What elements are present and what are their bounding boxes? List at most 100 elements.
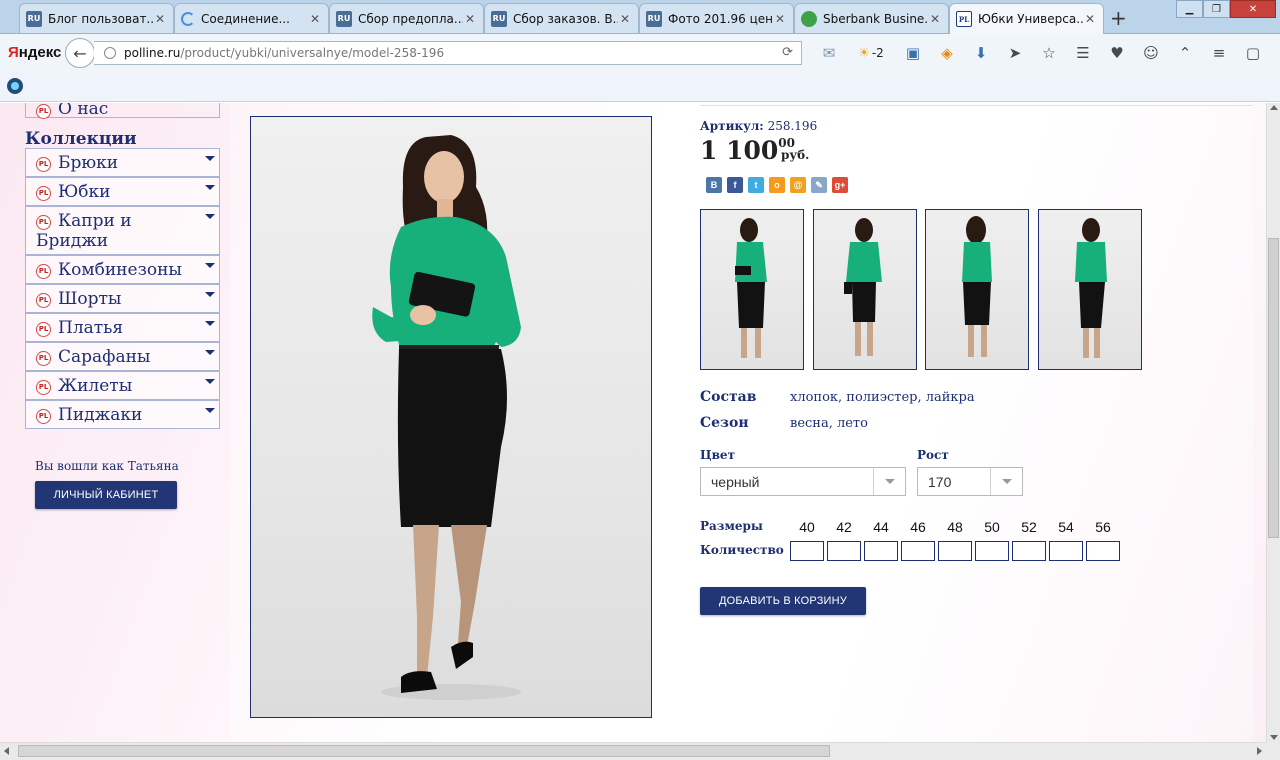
close-icon[interactable]: ✕ [1083, 12, 1097, 26]
product-thumbnail-front[interactable] [700, 209, 804, 370]
scroll-down-icon[interactable] [1270, 735, 1278, 740]
extension-icon[interactable]: ▢ [1236, 43, 1270, 63]
url-host: polline.ru [124, 46, 181, 60]
reload-icon[interactable]: ⟳ [782, 45, 793, 60]
polline-bullet-icon: PL [36, 186, 51, 201]
chevron-down-icon[interactable] [205, 350, 215, 355]
dropdown-arrow-icon[interactable] [873, 468, 905, 495]
sidebar-item-jackets[interactable]: PL Пиджаки [25, 400, 220, 429]
chat-icon[interactable]: ☺ [1134, 43, 1168, 63]
tab-photo[interactable]: RU Фото 201.96 цен... ✕ [639, 3, 794, 33]
close-icon[interactable]: ✕ [308, 12, 322, 26]
chevron-down-icon[interactable] [205, 321, 215, 326]
quantity-input-42[interactable] [827, 541, 861, 561]
tab-blog[interactable]: RU Блог пользоват... ✕ [19, 3, 174, 33]
quantity-input-52[interactable] [1012, 541, 1046, 561]
send-icon[interactable]: ➤ [998, 43, 1032, 63]
model-thumb-figure [735, 218, 767, 358]
sidebar-item-sundresses[interactable]: PL Сарафаны [25, 342, 220, 371]
personal-cabinet-button[interactable]: ЛИЧНЫЙ КАБИНЕТ [35, 481, 177, 509]
odnoklassniki-icon[interactable]: о [769, 177, 785, 193]
quantity-input-40[interactable] [790, 541, 824, 561]
tab-connecting[interactable]: Соединение... ✕ [174, 3, 329, 33]
scroll-right-icon[interactable] [1257, 747, 1262, 755]
menu-icon[interactable]: ≡ [1202, 43, 1236, 63]
twitter-icon[interactable]: t [748, 177, 764, 193]
close-icon[interactable]: ✕ [773, 12, 787, 26]
chevron-down-icon[interactable] [205, 214, 215, 219]
vertical-scrollbar[interactable] [1266, 103, 1280, 742]
horizontal-scrollbar[interactable] [0, 742, 1266, 760]
tab-sberbank[interactable]: Sberbank Busine... ✕ [794, 3, 949, 33]
window-close-icon[interactable]: ✕ [1230, 0, 1276, 18]
product-thumbnail-back[interactable] [925, 209, 1029, 370]
product-main-photo[interactable] [250, 116, 652, 718]
chevron-down-icon[interactable] [205, 292, 215, 297]
new-tab-button[interactable]: + [1110, 6, 1127, 30]
sidebar-item-vests[interactable]: PL Жилеты [25, 371, 220, 400]
address-bar[interactable]: polline.ru/product/yubki/universalnye/mo… [94, 41, 802, 65]
pocket-icon[interactable]: ♥ [1100, 43, 1134, 63]
quantity-input-48[interactable] [938, 541, 972, 561]
facebook-icon[interactable]: f [727, 177, 743, 193]
bookmark-star-icon[interactable]: ☆ [1032, 43, 1066, 63]
size-header: 54 [1058, 519, 1074, 535]
sidebar-item-capri[interactable]: PL Капри и Бриджи [25, 206, 220, 255]
yandex-logo[interactable]: Яндекс [8, 44, 61, 61]
quantity-input-46[interactable] [901, 541, 935, 561]
product-thumbnail-side[interactable] [1038, 209, 1142, 370]
close-icon[interactable]: ✕ [463, 12, 477, 26]
chevron-down-icon[interactable] [205, 185, 215, 190]
sidebar-item-about[interactable]: PL О нас [25, 103, 220, 119]
scrollbar-thumb[interactable] [1268, 238, 1279, 538]
dropdown-arrow-icon[interactable] [990, 468, 1022, 495]
color-select[interactable]: черный [700, 467, 906, 496]
chevron-up-icon[interactable]: ⌃ [1168, 43, 1202, 63]
quantity-input-56[interactable] [1086, 541, 1120, 561]
sidebar-item-jumpsuits[interactable]: PL Комбинезоны [25, 255, 220, 284]
disk-icon[interactable]: ▣ [896, 43, 930, 63]
size-header: 44 [873, 519, 889, 535]
close-icon[interactable]: ✕ [928, 12, 942, 26]
sidebar-item-shorts[interactable]: PL Шорты [25, 284, 220, 313]
tab-prepay[interactable]: RU Сбор предопла... ✕ [329, 3, 484, 33]
tab-label: Юбки Универса... [978, 12, 1083, 26]
chevron-down-icon[interactable] [205, 379, 215, 384]
quantity-input-54[interactable] [1049, 541, 1083, 561]
vkontakte-icon[interactable]: B [706, 177, 722, 193]
quantity-input-50[interactable] [975, 541, 1009, 561]
maximize-icon[interactable]: ❐ [1203, 0, 1230, 18]
scroll-left-icon[interactable] [4, 747, 9, 755]
back-button[interactable]: ← [65, 38, 95, 68]
polline-bullet-icon: PL [36, 322, 51, 337]
download-icon[interactable]: ⬇ [964, 43, 998, 63]
googleplus-icon[interactable]: g+ [832, 177, 848, 193]
tab-orders[interactable]: RU Сбор заказов. В... ✕ [484, 3, 639, 33]
close-icon[interactable]: ✕ [153, 12, 167, 26]
weather-icon[interactable]: ☀ -2 [846, 43, 896, 63]
sidebar-item-skirts[interactable]: PL Юбки [25, 177, 220, 206]
chevron-down-icon[interactable] [205, 263, 215, 268]
scrollbar-thumb[interactable] [18, 745, 830, 757]
color-label: Цвет [700, 448, 736, 462]
close-icon[interactable]: ✕ [618, 12, 632, 26]
model-thumb-figure [962, 216, 992, 357]
reading-list-icon[interactable]: ☰ [1066, 43, 1100, 63]
quantity-input-44[interactable] [864, 541, 898, 561]
chevron-down-icon[interactable] [205, 408, 215, 413]
livejournal-icon[interactable]: ✎ [811, 177, 827, 193]
scroll-up-icon[interactable] [1270, 105, 1278, 110]
minimize-icon[interactable]: ▁ [1176, 0, 1203, 18]
product-thumbnail-front-2[interactable] [813, 209, 917, 370]
bookmark-site-icon[interactable] [7, 78, 23, 94]
tab-skirts-active[interactable]: PL Юбки Универса... ✕ [949, 3, 1104, 34]
color-select-value: черный [711, 473, 760, 490]
chevron-down-icon[interactable] [205, 156, 215, 161]
mailru-icon[interactable]: @ [790, 177, 806, 193]
sidebar-item-dresses[interactable]: PL Платья [25, 313, 220, 342]
mail-icon[interactable]: ✉ [812, 43, 846, 63]
odnoklassniki-toolbar-icon[interactable]: ◈ [930, 43, 964, 63]
add-to-cart-button[interactable]: ДОБАВИТЬ В КОРЗИНУ [700, 587, 866, 615]
height-select[interactable]: 170 [917, 467, 1023, 496]
sidebar-item-trousers[interactable]: PL Брюки [25, 148, 220, 177]
